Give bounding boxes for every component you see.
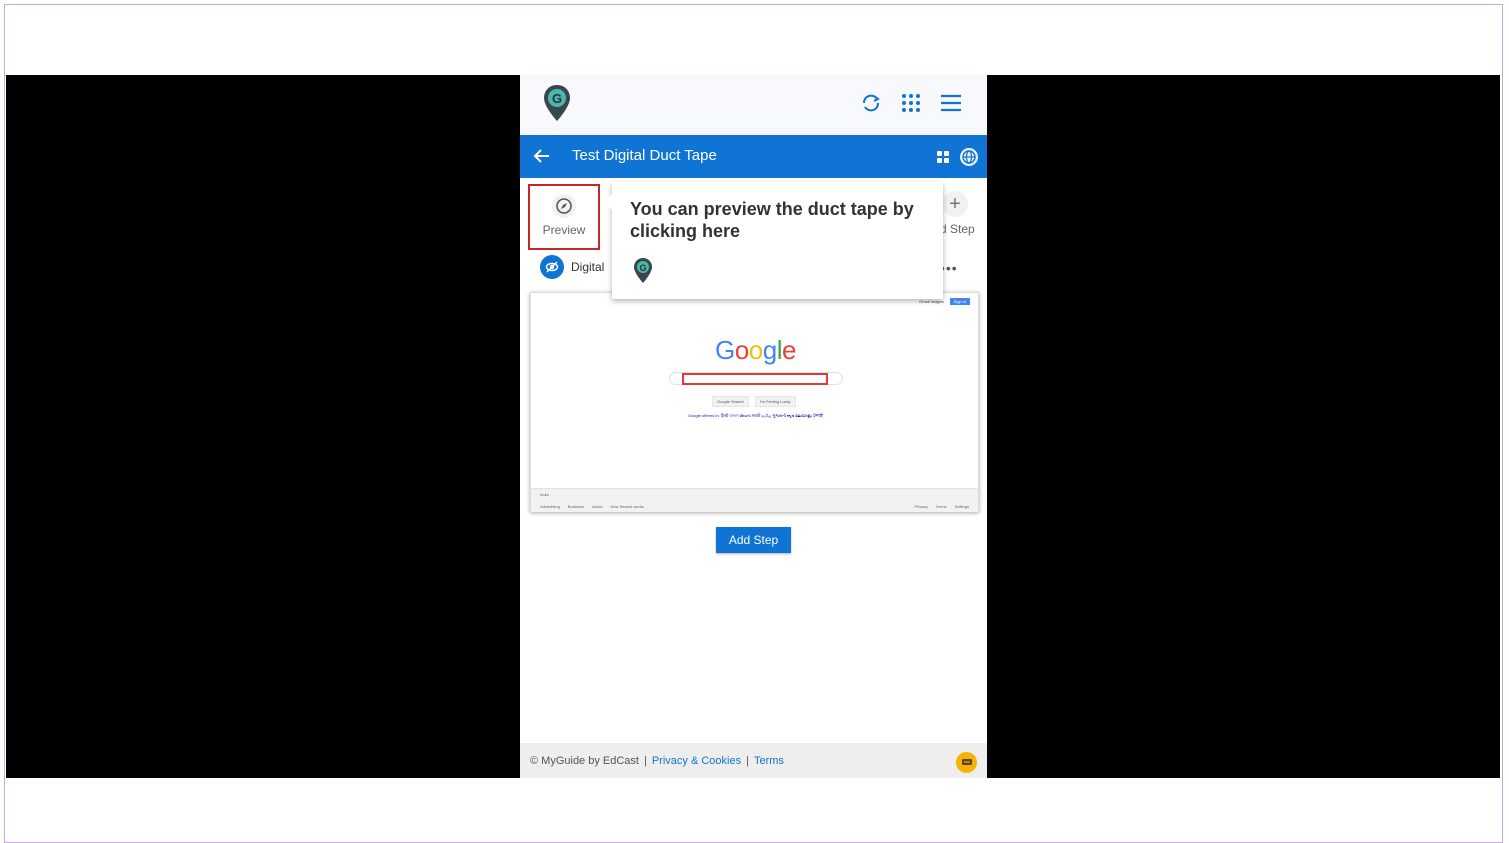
plus-icon: +: [942, 191, 968, 217]
footer: © MyGuide by EdCast | Privacy & Cookies …: [520, 743, 987, 778]
tag-label: Digital: [571, 260, 605, 274]
logo-letter: G: [715, 335, 735, 365]
footer-link: Settings: [954, 504, 969, 509]
screenshot-lucky-btn: I'm Feeling Lucky: [754, 396, 796, 407]
footer-link: About: [592, 504, 603, 509]
logo-letter: e: [781, 335, 796, 365]
myguide-panel: G Test Digital Duct Tape Preview + d Ste…: [520, 75, 987, 778]
footer-separator: |: [746, 754, 749, 767]
tag-row: Digital: [540, 255, 604, 279]
refresh-icon[interactable]: [859, 91, 883, 115]
grid-view-icon[interactable]: [933, 147, 953, 167]
globe-icon[interactable]: [959, 147, 979, 167]
screenshot-top-links: Gmail Images: [919, 299, 944, 304]
title-bar: Test Digital Duct Tape: [520, 135, 987, 178]
screenshot-footer: India Advertising Business About How Sea…: [531, 488, 978, 512]
google-logo: Google: [531, 335, 980, 366]
chat-icon[interactable]: [956, 752, 977, 773]
logo-letter: o: [748, 335, 763, 365]
add-step-tool[interactable]: + d Step: [940, 184, 987, 244]
back-arrow-icon[interactable]: [532, 146, 552, 166]
screenshot-languages: Google offered in: हिन्दी বাংলা తెలుగు म…: [687, 413, 824, 418]
top-header: G: [520, 75, 987, 135]
footer-link: How Search works: [610, 504, 644, 509]
guide-tooltip: You can preview the duct tape by clickin…: [604, 182, 943, 299]
page-title: Test Digital Duct Tape: [572, 147, 717, 164]
footer-link: Terms: [935, 504, 947, 509]
step-screenshot[interactable]: Gmail Images Sign in Google Google Searc…: [530, 292, 979, 512]
preview-button[interactable]: Preview: [528, 184, 600, 250]
compass-icon: [552, 194, 576, 218]
privacy-link[interactable]: Privacy & Cookies: [652, 755, 741, 767]
tooltip-arrow: [604, 194, 612, 210]
tooltip-text: You can preview the duct tape by clickin…: [630, 199, 914, 241]
screenshot-sign-in: Sign in: [949, 298, 970, 305]
footer-link: Advertising: [540, 504, 560, 509]
logo-letter: g: [762, 335, 777, 365]
myguide-logo-icon: G: [634, 258, 652, 283]
preview-label: Preview: [542, 223, 586, 237]
logo-letter: o: [734, 335, 749, 365]
terms-link[interactable]: Terms: [754, 755, 784, 767]
myguide-logo-icon: G: [544, 85, 570, 121]
apps-grid-icon[interactable]: [899, 91, 923, 115]
search-highlight-box: [682, 373, 828, 385]
footer-separator: |: [643, 754, 647, 767]
screenshot-search-btn: Google Search: [712, 396, 749, 407]
hamburger-menu-icon[interactable]: [939, 91, 963, 115]
svg-text:G: G: [552, 91, 562, 106]
footer-link: Business: [567, 504, 585, 509]
add-step-tool-label: d Step: [940, 222, 975, 236]
visibility-off-icon[interactable]: [540, 255, 564, 279]
screenshot-buttons: Google Search I'm Feeling Lucky: [712, 396, 796, 407]
footer-link: Privacy: [914, 504, 928, 509]
add-step-button[interactable]: Add Step: [716, 527, 791, 553]
svg-text:G: G: [639, 263, 646, 273]
screenshot-top-bar: Gmail Images Sign in: [919, 298, 970, 305]
copyright-text: © MyGuide by EdCast: [530, 754, 639, 767]
screenshot-country: India: [540, 492, 549, 497]
